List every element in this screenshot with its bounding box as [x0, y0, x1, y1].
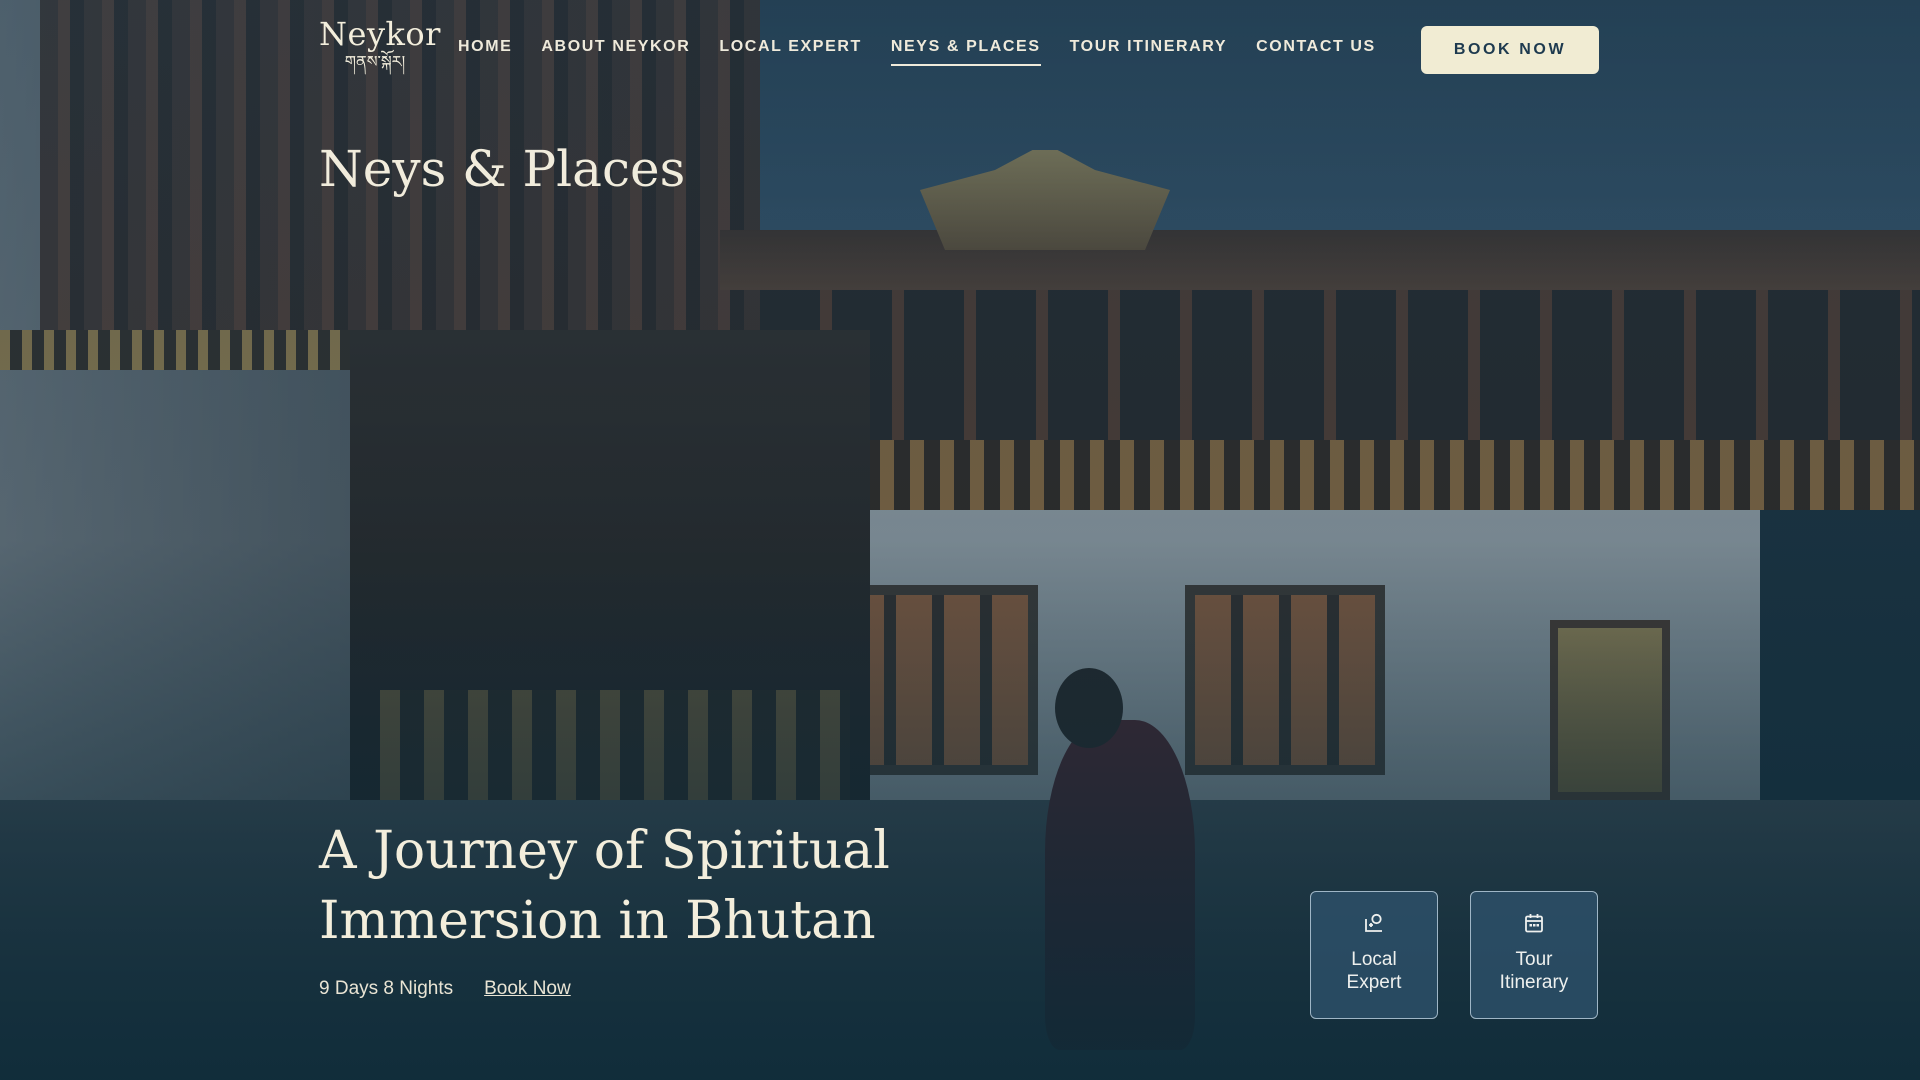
book-now-link[interactable]: Book Now: [484, 978, 571, 1000]
brand-name: Neykor: [319, 15, 441, 53]
brand-script-text: གནས་སྐོར།: [344, 52, 406, 71]
tile-local-expert-line1: Local: [1351, 949, 1397, 970]
tile-tour-itinerary-line2: Itinerary: [1499, 972, 1569, 993]
tile-local-expert-line2: Expert: [1346, 972, 1402, 993]
tile-local-expert[interactable]: Local Expert: [1310, 891, 1438, 1019]
brand-logo[interactable]: Neykor གནས་སྐོར།: [319, 15, 441, 71]
tile-tour-itinerary[interactable]: Tour Itinerary: [1470, 891, 1598, 1019]
hero-headline-line2: Immersion in Bhutan: [319, 891, 876, 951]
nav-local-expert[interactable]: LOCAL EXPERT: [719, 38, 861, 66]
tile-tour-itinerary-label: Tour Itinerary: [1500, 948, 1569, 994]
tile-local-expert-label: Local Expert: [1347, 948, 1402, 994]
calendar-icon: [1525, 914, 1543, 933]
nav-contact-us[interactable]: CONTACT US: [1256, 38, 1376, 66]
tile-tour-itinerary-line1: Tour: [1515, 949, 1553, 970]
nav-neys-and-places[interactable]: NEYS & PLACES: [890, 38, 1041, 66]
trip-meta: 9 Days 8 Nights Book Now: [319, 978, 571, 1000]
main-navigation: HOME ABOUT NEYKOR LOCAL EXPERT NEYS & PL…: [458, 38, 1405, 66]
nav-tour-itinerary[interactable]: TOUR ITINERARY: [1070, 38, 1228, 66]
local-expert-icon: [1365, 913, 1382, 932]
hero-headline: A Journey of Spiritual Immersion in Bhut…: [319, 816, 1039, 956]
page-title: Neys & Places: [319, 140, 686, 198]
nav-about-neykor[interactable]: ABOUT NEYKOR: [541, 38, 690, 66]
book-now-button[interactable]: BOOK NOW: [1421, 26, 1599, 74]
hero-headline-line1: A Journey of Spiritual: [319, 821, 890, 881]
nav-home[interactable]: HOME: [458, 38, 512, 66]
trip-duration: 9 Days 8 Nights: [319, 978, 454, 999]
